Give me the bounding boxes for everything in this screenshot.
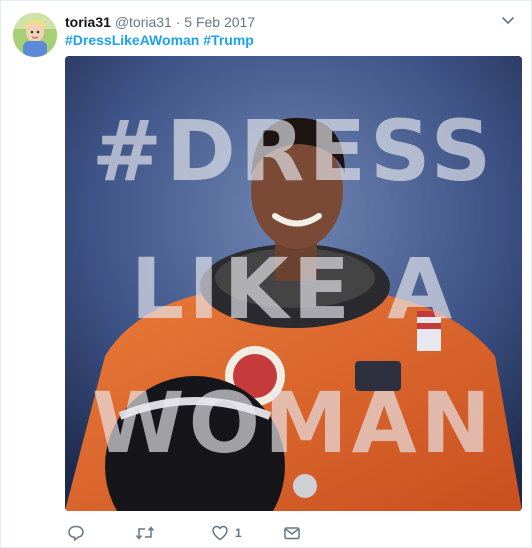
envelope-icon [284,527,300,540]
tweet-card[interactable]: toria31 @toria31 · 5 Feb 2017 #DressLike… [0,0,532,548]
retweet-icon [135,526,155,540]
hashtag-link[interactable]: #DressLikeAWoman [65,32,199,48]
like-button[interactable]: 1 [211,522,242,544]
tweet-date[interactable]: 5 Feb 2017 [184,14,255,30]
tweet-actions: 1 [65,522,325,544]
chevron-down-icon[interactable] [499,11,517,29]
reply-icon [68,525,84,541]
tweet-media-image[interactable]: #DRESS LIKE A WOMAN [65,56,522,511]
user-handle[interactable]: @toria31 [115,14,172,30]
astronaut-photo [65,56,522,511]
heart-icon [212,525,228,541]
direct-message-button[interactable] [283,522,301,544]
hashtag-link[interactable]: #Trump [203,32,254,48]
retweet-button[interactable] [135,522,155,544]
like-count: 1 [235,526,242,540]
avatar[interactable] [13,13,57,57]
reply-button[interactable] [67,522,85,544]
separator: · [175,14,181,30]
tweet-header: toria31 @toria31 · 5 Feb 2017 [65,13,255,31]
tweet-text: #DressLikeAWoman #Trump [65,31,254,49]
display-name[interactable]: toria31 [65,14,111,30]
